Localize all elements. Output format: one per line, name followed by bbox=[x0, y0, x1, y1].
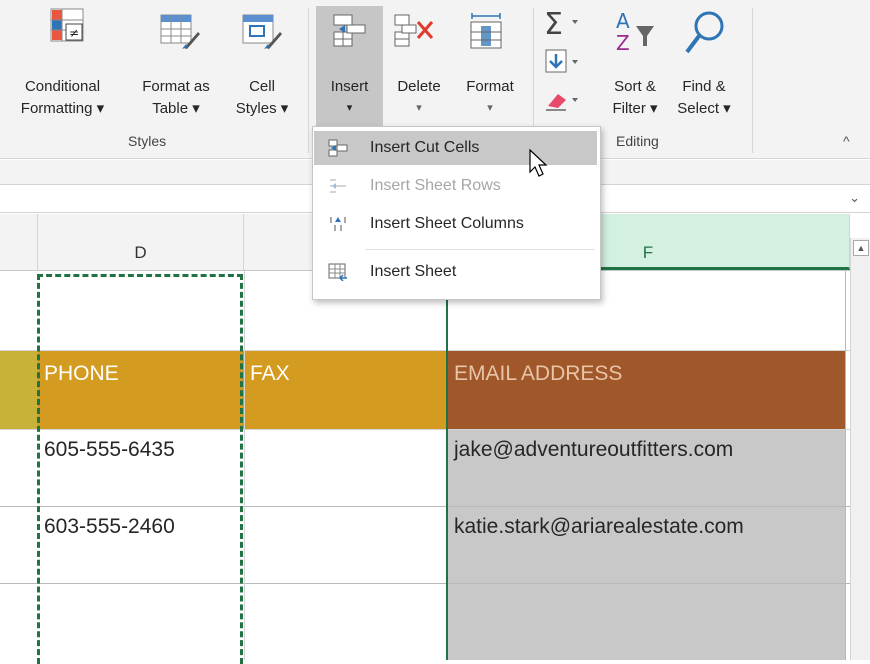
styles-group-label: Styles bbox=[128, 133, 167, 149]
clear-button[interactable] bbox=[544, 86, 592, 114]
insert-dropdown-menu: Insert Cut Cells Insert Sheet Rows Inser… bbox=[312, 126, 601, 300]
insert-cut-cells-icon bbox=[328, 139, 348, 157]
column-header-d[interactable]: D bbox=[38, 214, 244, 270]
insert-sheet-rows-icon bbox=[330, 179, 346, 193]
format-button[interactable]: Format ▾ bbox=[454, 0, 526, 126]
gridline bbox=[244, 271, 245, 660]
header-row-left-fill bbox=[0, 350, 38, 429]
cell-email-row-1[interactable]: jake@adventureoutfitters.com bbox=[450, 429, 845, 506]
scroll-up-arrow-icon[interactable]: ▲ bbox=[853, 240, 869, 256]
cell-email-row-2[interactable]: katie.stark@ariarealestate.com bbox=[450, 506, 845, 583]
svg-text:Z: Z bbox=[616, 31, 630, 54]
svg-text:A: A bbox=[616, 9, 630, 33]
conditional-formatting-icon: ≠ bbox=[50, 8, 84, 42]
menu-item-label: Insert Cut Cells bbox=[370, 139, 480, 156]
menu-item-insert-sheet-columns[interactable]: Insert Sheet Columns bbox=[314, 207, 597, 241]
conditional-formatting-button[interactable]: ≠ Conditional Formatting ▾ bbox=[0, 0, 125, 128]
format-as-table-icon bbox=[160, 14, 200, 49]
menu-divider bbox=[365, 249, 595, 250]
find-select-label-2: Select ▾ bbox=[677, 100, 731, 117]
sort-filter-label-2: Filter ▾ bbox=[612, 100, 658, 117]
ribbon-separator bbox=[752, 8, 753, 153]
insert-sheet-icon bbox=[328, 263, 347, 281]
autosum-button[interactable]: Σ bbox=[542, 6, 592, 42]
menu-item-label: Insert Sheet Columns bbox=[370, 215, 524, 232]
cell-fax-header[interactable]: FAX bbox=[246, 350, 446, 429]
sort-filter-icon: A Z bbox=[616, 9, 654, 54]
delete-label-2: ▾ bbox=[416, 102, 422, 114]
insert-button[interactable]: Insert ▾ bbox=[316, 0, 383, 126]
delete-cells-icon bbox=[394, 14, 434, 47]
cell-email-header[interactable]: EMAIL ADDRESS bbox=[450, 350, 840, 429]
format-as-table-button[interactable]: Format as Table ▾ bbox=[128, 0, 224, 128]
menu-item-insert-sheet-rows[interactable]: Insert Sheet Rows bbox=[314, 169, 597, 203]
vertical-scrollbar[interactable]: ▲ bbox=[850, 238, 870, 660]
editing-group-label: Editing bbox=[616, 133, 659, 149]
eraser-icon bbox=[546, 94, 578, 111]
sigma-icon: Σ bbox=[544, 7, 578, 42]
delete-label-1: Delete bbox=[397, 78, 441, 95]
expand-formula-bar-chevron-icon[interactable]: ⌄ bbox=[849, 190, 860, 206]
cell-fax-row-2[interactable] bbox=[246, 506, 446, 583]
insert-sheet-columns-icon bbox=[330, 217, 346, 231]
cell-styles-icon bbox=[242, 14, 282, 49]
format-as-table-label-1: Format as bbox=[142, 78, 210, 95]
menu-item-label: Insert Sheet Rows bbox=[370, 177, 501, 194]
conditional-formatting-label-1: Conditional bbox=[24, 78, 101, 95]
fill-button[interactable] bbox=[544, 48, 592, 76]
collapse-ribbon-button[interactable]: ^ bbox=[843, 133, 850, 149]
magnifier-icon bbox=[685, 11, 724, 54]
insert-label-1: Insert bbox=[330, 78, 369, 95]
svg-text:Σ: Σ bbox=[544, 7, 563, 40]
format-cells-icon bbox=[470, 13, 502, 49]
cut-marquee bbox=[37, 274, 243, 664]
format-as-table-label-2: Table ▾ bbox=[152, 100, 200, 117]
cell-email-row-3[interactable] bbox=[450, 583, 845, 660]
fill-down-icon bbox=[545, 49, 578, 73]
insert-cells-icon bbox=[333, 14, 366, 47]
ribbon-separator bbox=[308, 8, 309, 153]
cell-styles-label-1: Cell bbox=[249, 78, 275, 95]
menu-item-insert-sheet[interactable]: Insert Sheet bbox=[314, 255, 597, 289]
cell-fax-row-3[interactable] bbox=[246, 583, 446, 660]
menu-item-label: Insert Sheet bbox=[370, 263, 457, 280]
insert-label-2: ▾ bbox=[346, 102, 353, 114]
cell-styles-button[interactable]: Cell Styles ▾ bbox=[224, 0, 300, 128]
selected-column-border bbox=[446, 271, 448, 660]
cell-fax-row-1[interactable] bbox=[246, 429, 446, 506]
mouse-pointer-icon bbox=[529, 148, 548, 177]
sort-filter-label-1: Sort & bbox=[614, 78, 656, 95]
column-header-c[interactable] bbox=[0, 214, 38, 270]
find-select-button[interactable]: Find & Select ▾ bbox=[668, 0, 740, 126]
sort-filter-button[interactable]: A Z Sort & Filter ▾ bbox=[602, 0, 668, 126]
format-label-1: Format bbox=[466, 78, 514, 95]
menu-item-insert-cut-cells[interactable]: Insert Cut Cells bbox=[314, 131, 597, 165]
conditional-formatting-label-2: Formatting ▾ bbox=[20, 100, 105, 117]
svg-text:≠: ≠ bbox=[69, 26, 79, 40]
cell-styles-label-2: Styles ▾ bbox=[235, 100, 289, 117]
gridline bbox=[845, 271, 846, 660]
format-label-2: ▾ bbox=[487, 102, 493, 114]
find-select-label-1: Find & bbox=[682, 78, 726, 95]
delete-button[interactable]: Delete ▾ bbox=[386, 0, 452, 126]
